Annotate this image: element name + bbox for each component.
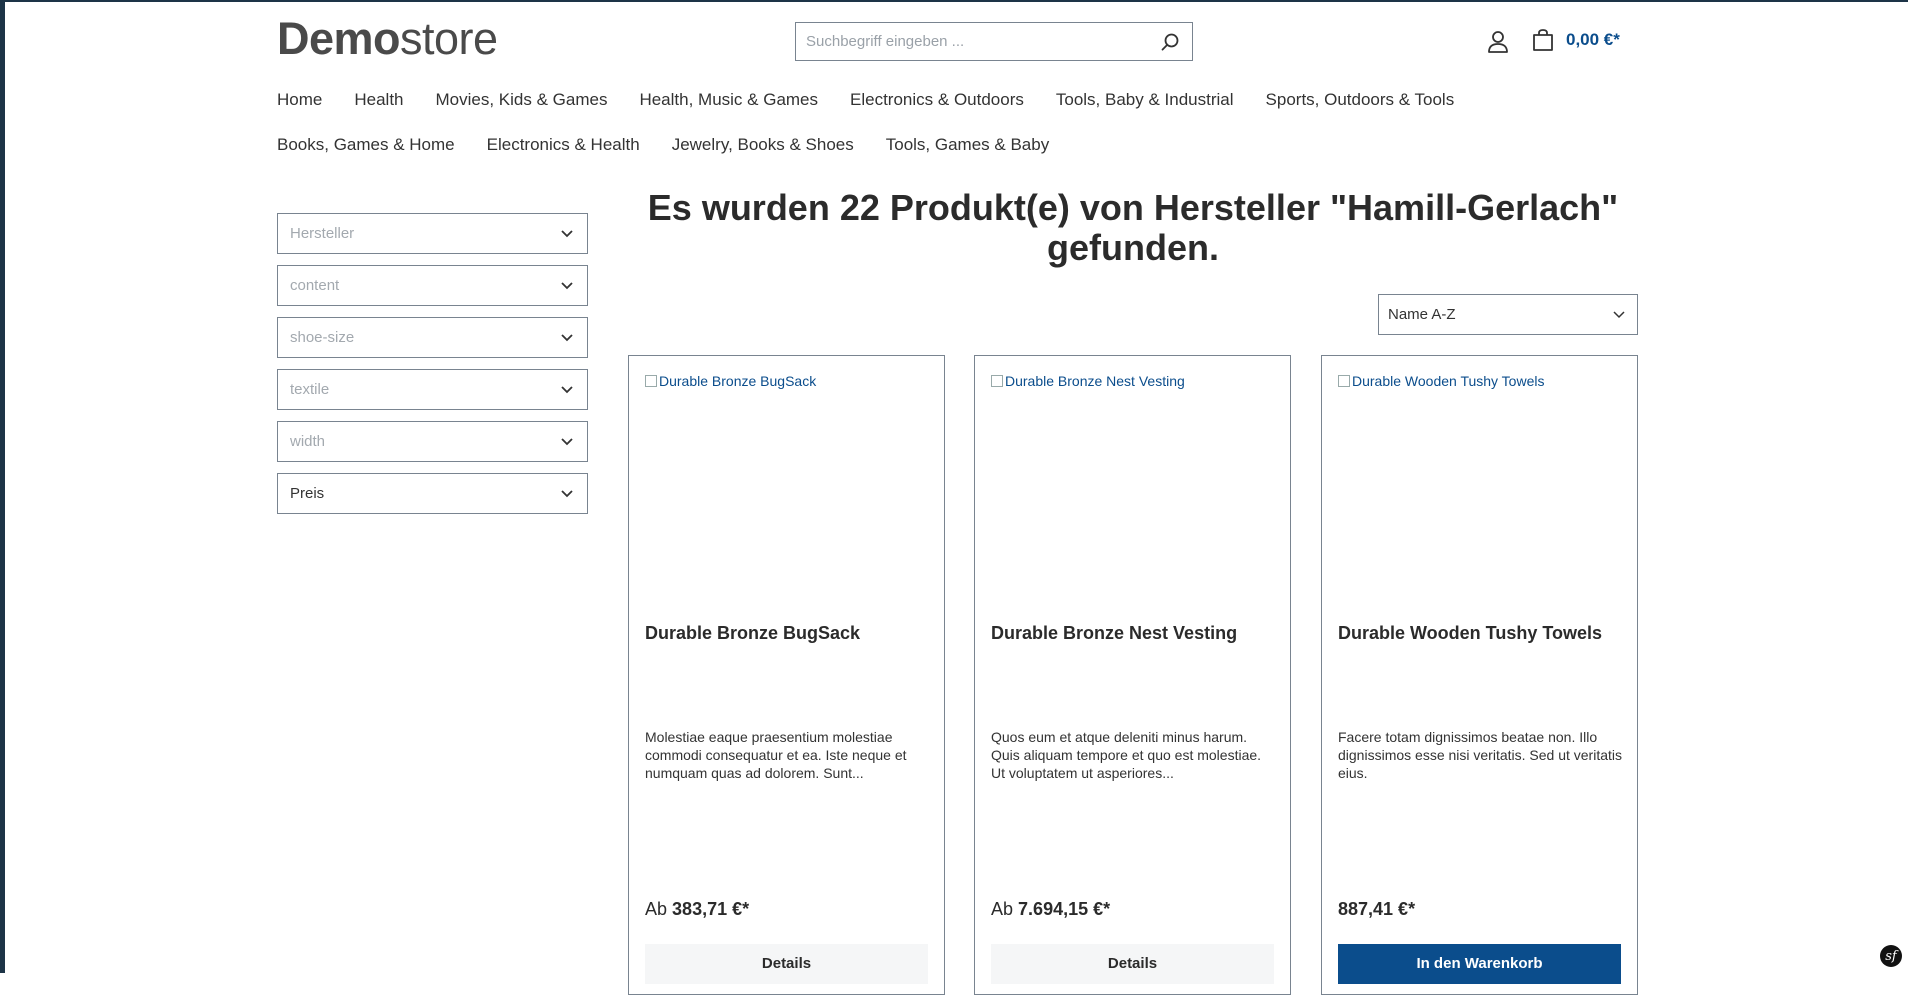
nav-item-electronics-outdoors[interactable]: Electronics & Outdoors <box>850 90 1024 110</box>
product-card: Durable Wooden Tushy Towels Durable Wood… <box>1321 355 1638 995</box>
price-value: 7.694,15 €* <box>1018 899 1111 919</box>
nav-item-books-games-home[interactable]: Books, Games & Home <box>277 135 455 155</box>
chevron-down-icon <box>561 229 573 237</box>
product-image-alt: Durable Wooden Tushy Towels <box>1352 373 1545 389</box>
main-nav-row-1: Home Health Movies, Kids & Games Health,… <box>277 90 1486 110</box>
nav-item-health[interactable]: Health <box>354 90 403 110</box>
product-name[interactable]: Durable Bronze BugSack <box>645 623 930 644</box>
chevron-down-icon <box>561 333 573 341</box>
product-name[interactable]: Durable Bronze Nest Vesting <box>991 623 1276 644</box>
page-title: Es wurden 22 Produkt(e) von Hersteller "… <box>647 187 1619 268</box>
filter-label: content <box>290 277 340 294</box>
broken-image-icon <box>645 375 657 387</box>
main-nav-row-2: Books, Games & Home Electronics & Health… <box>277 135 1081 155</box>
sort-select[interactable]: Name A-Z <box>1378 294 1638 335</box>
chevron-down-icon <box>1613 310 1625 318</box>
search-input[interactable] <box>796 23 1148 60</box>
details-button[interactable]: Details <box>645 944 928 984</box>
broken-image-icon <box>1338 375 1350 387</box>
cart-total[interactable]: 0,00 €* <box>1566 30 1620 50</box>
chevron-down-icon <box>561 281 573 289</box>
details-button[interactable]: Details <box>991 944 1274 984</box>
nav-item-home[interactable]: Home <box>277 90 322 110</box>
window-frame-left <box>0 0 5 973</box>
search-icon <box>1161 33 1179 51</box>
filter-label: textile <box>290 381 330 398</box>
nav-item-tools-baby-industrial[interactable]: Tools, Baby & Industrial <box>1056 90 1234 110</box>
product-image-alt: Durable Bronze BugSack <box>659 373 817 389</box>
product-price: Ab 7.694,15 €* <box>991 899 1110 920</box>
filter-label: Hersteller <box>290 225 355 242</box>
nav-item-health-music-games[interactable]: Health, Music & Games <box>639 90 818 110</box>
price-value: 887,41 €* <box>1338 899 1416 919</box>
nav-item-sports-outdoors-tools[interactable]: Sports, Outdoors & Tools <box>1266 90 1455 110</box>
nav-item-jewelry-books-shoes[interactable]: Jewelry, Books & Shoes <box>672 135 854 155</box>
price-prefix: Ab <box>991 899 1014 919</box>
store-logo[interactable]: Demostore <box>277 14 498 64</box>
product-image[interactable]: Durable Bronze BugSack <box>645 373 816 389</box>
product-description: Molestiae eaque praesentium molestiae co… <box>645 729 907 781</box>
filter-price[interactable]: Preis <box>277 473 588 514</box>
nav-item-tools-games-baby[interactable]: Tools, Games & Baby <box>886 135 1049 155</box>
nav-item-electronics-health[interactable]: Electronics & Health <box>487 135 640 155</box>
filter-shoe-size[interactable]: shoe-size <box>277 317 588 358</box>
filter-width[interactable]: width <box>277 421 588 462</box>
product-card: Durable Bronze BugSack Durable Bronze Bu… <box>628 355 945 995</box>
filter-manufacturer[interactable]: Hersteller <box>277 213 588 254</box>
product-name[interactable]: Durable Wooden Tushy Towels <box>1338 623 1623 644</box>
logo-light-text: store <box>400 13 498 64</box>
product-image-alt: Durable Bronze Nest Vesting <box>1005 373 1185 389</box>
product-image[interactable]: Durable Wooden Tushy Towels <box>1338 373 1544 389</box>
sort-selected-value: Name A-Z <box>1388 306 1456 323</box>
cart-button[interactable]: 0,00 €* <box>1530 27 1620 53</box>
window-frame-top <box>0 0 1908 2</box>
filter-label: shoe-size <box>290 329 355 346</box>
price-prefix: Ab <box>645 899 668 919</box>
chevron-down-icon <box>561 489 573 497</box>
account-button[interactable] <box>1485 29 1511 55</box>
filter-textile[interactable]: textile <box>277 369 588 410</box>
product-description: Facere totam dignissimos beatae non. Ill… <box>1338 729 1622 781</box>
add-to-cart-button[interactable]: In den Warenkorb <box>1338 944 1621 984</box>
product-card: Durable Bronze Nest Vesting Durable Bron… <box>974 355 1291 995</box>
product-image[interactable]: Durable Bronze Nest Vesting <box>991 373 1185 389</box>
filter-panel: Hersteller content shoe-size textile wid… <box>277 213 588 525</box>
search-button[interactable] <box>1148 23 1192 60</box>
price-value: 383,71 €* <box>672 899 750 919</box>
product-price: 887,41 €* <box>1338 899 1415 920</box>
broken-image-icon <box>991 375 1003 387</box>
filter-label: Preis <box>290 485 325 502</box>
chevron-down-icon <box>561 385 573 393</box>
filter-label: width <box>290 433 326 450</box>
nav-item-movies-kids-games[interactable]: Movies, Kids & Games <box>436 90 608 110</box>
chevron-down-icon <box>561 437 573 445</box>
search-box <box>795 22 1193 61</box>
logo-bold-text: Demo <box>277 13 401 64</box>
symfony-icon[interactable]: sf <box>1880 945 1902 967</box>
cart-icon <box>1533 29 1553 51</box>
product-description: Quos eum et atque deleniti minus harum. … <box>991 729 1262 781</box>
product-price: Ab 383,71 €* <box>645 899 749 920</box>
user-icon <box>1488 31 1508 53</box>
filter-content[interactable]: content <box>277 265 588 306</box>
